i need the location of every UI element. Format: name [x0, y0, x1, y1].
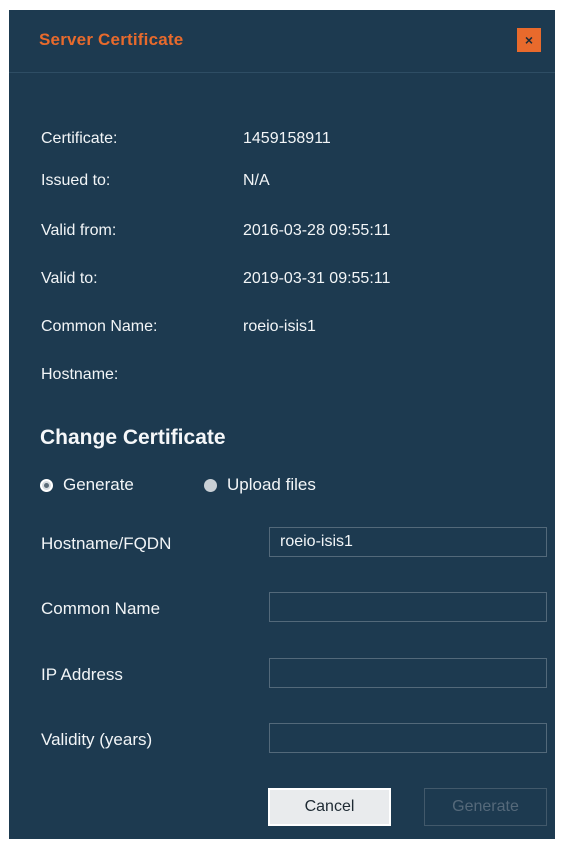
validity-years-label: Validity (years) [41, 730, 153, 749]
generate-button[interactable]: Generate [424, 788, 547, 826]
upload-files-radio[interactable]: Upload files [204, 475, 316, 495]
hostname-fqdn-input[interactable] [269, 527, 547, 557]
certificate-value: 1459158911 [243, 130, 331, 147]
ip-address-input[interactable] [269, 658, 547, 688]
valid-to-label: Valid to: [41, 270, 98, 287]
valid-to-value: 2019-03-31 09:55:11 [243, 270, 391, 287]
cancel-button[interactable]: Cancel [268, 788, 391, 826]
common-name-value: roeio-isis1 [243, 318, 316, 335]
issued-to-label: Issued to: [41, 172, 111, 189]
valid-from-value: 2016-03-28 09:55:11 [243, 222, 391, 239]
upload-files-radio-label: Upload files [227, 475, 316, 494]
change-certificate-heading: Change Certificate [40, 426, 226, 449]
dialog-title: Server Certificate [39, 30, 184, 49]
ip-address-label: IP Address [41, 665, 123, 684]
dialog-header: Server Certificate × [9, 10, 555, 73]
issued-to-value: N/A [243, 172, 270, 189]
generate-radio-label: Generate [63, 475, 134, 494]
certificate-label: Certificate: [41, 130, 118, 147]
common-name-field-label: Common Name [41, 599, 161, 618]
radio-checked-icon [40, 478, 53, 492]
hostname-fqdn-label: Hostname/FQDN [41, 534, 172, 553]
server-certificate-dialog: Server Certificate × Certificate: 145915… [9, 10, 555, 839]
common-name-label: Common Name: [41, 318, 158, 335]
generate-radio[interactable]: Generate [40, 475, 134, 495]
hostname-label: Hostname: [41, 366, 119, 383]
validity-years-input[interactable] [269, 723, 547, 753]
common-name-input[interactable] [269, 592, 547, 622]
radio-unchecked-icon [204, 478, 217, 492]
valid-from-label: Valid from: [41, 222, 117, 239]
close-icon[interactable]: × [517, 28, 541, 52]
